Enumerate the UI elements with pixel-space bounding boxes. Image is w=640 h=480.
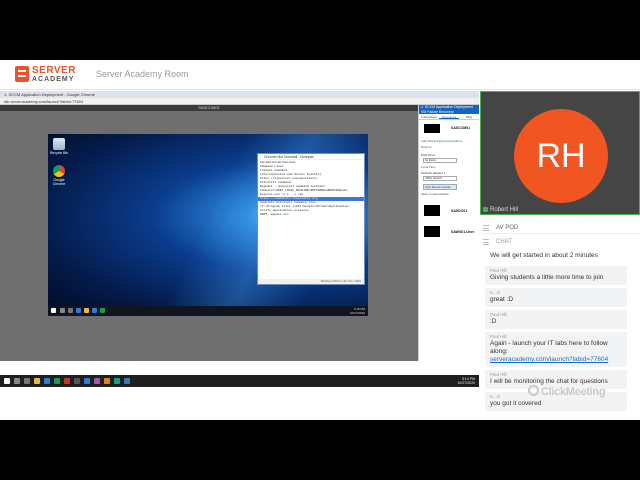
task-view-icon[interactable] xyxy=(68,308,73,313)
chat-text: We will get started in about 2 minutes xyxy=(490,252,598,259)
chat-message: Paul Hill Giving students a little more t… xyxy=(485,266,627,285)
top-bar: SERVER ACADEMY Server Academy Room xyxy=(0,60,640,90)
chat-text: great :D xyxy=(490,296,514,303)
room-title: Server Academy Room xyxy=(96,69,189,79)
vm-thumbnail-saws01[interactable] xyxy=(424,226,440,237)
drag-handle-icon[interactable] xyxy=(483,239,489,245)
refresh-link[interactable]: Refresh xyxy=(421,145,432,149)
host-task-view-icon[interactable] xyxy=(24,378,30,384)
watermark-text: ClickMeeting xyxy=(541,386,606,398)
host-clock: 3:14 PM 10/27/2020 xyxy=(457,377,475,385)
host-app-icon[interactable] xyxy=(104,378,110,384)
vm-name-sasccm01: SASCCM01 xyxy=(451,126,471,130)
shared-screen: 1. SCCM Application Deployment - Google … xyxy=(0,91,479,387)
desktop-icon-label: Google Chrome xyxy=(52,178,66,186)
presenter-name: Robert Hill xyxy=(490,207,519,213)
vm-thumbnail-sasccm01[interactable] xyxy=(424,124,440,133)
local-files-link[interactable]: Local Files xyxy=(421,165,435,169)
host-app-icon[interactable] xyxy=(74,378,80,384)
chat-text: Again - launch your IT labs here to foll… xyxy=(490,340,608,355)
admin-label: Administrator@serveracademy xyxy=(421,139,463,143)
vm-taskbar: 3:15 PM 10/27/2020 xyxy=(48,306,368,316)
host-taskbar: 3:14 PM 10/27/2020 xyxy=(0,375,479,387)
vm-clock-date: 10/27/2020 xyxy=(349,311,365,315)
lab-panel-header: 1. SCCM Application Deployment VM Failur… xyxy=(419,105,479,114)
av-pod-header[interactable]: AV POD xyxy=(480,222,640,234)
tab-resources[interactable]: Resources xyxy=(439,114,459,119)
network-select[interactable]: Offline Network xyxy=(423,176,457,181)
host-app-icon[interactable] xyxy=(124,378,130,384)
tab-instructions[interactable]: Instructions xyxy=(419,114,439,119)
vm-name-saws01: SAWS01-User xyxy=(451,230,475,234)
browser-address-bar: lab.serveracademy.com/launch?labid=77604 xyxy=(0,98,479,105)
file-explorer-icon[interactable] xyxy=(84,308,89,313)
vm-viewport: Recycle Bin Google Chrome Chrome Msi Uni… xyxy=(0,111,418,361)
chrome-icon xyxy=(53,165,65,177)
vm-clock: 3:15 PM 10/27/2020 xyxy=(350,307,365,315)
meeting-room-frame: SERVER ACADEMY Server Academy Room 1. SC… xyxy=(0,60,640,420)
host-file-explorer-icon[interactable] xyxy=(34,378,40,384)
start-icon[interactable] xyxy=(51,308,56,313)
notepad-body[interactable]: Command Lines Install Command (Prerequisit… xyxy=(258,165,364,217)
chat-message: K...G great :D xyxy=(485,288,627,307)
lab-panel-tabs: Instructions Resources FAQ xyxy=(419,114,479,120)
notepad-window[interactable]: Chrome Msi Uninstall - Notepad File Edit… xyxy=(257,153,365,285)
remote-desktop-area: SASCCM01 Recycle Bin Google Chrome Chrom… xyxy=(0,105,418,361)
recycle-bin-icon xyxy=(53,138,65,150)
presenter-webcam: RH Robert Hill xyxy=(480,91,640,215)
host-app-icon[interactable] xyxy=(84,378,90,384)
lab-panel-title: 1. SCCM Application Deployment xyxy=(421,105,473,109)
vm-name-sasdc01: SASDC01 xyxy=(451,209,468,213)
presenter-name-tag: Robert Hill xyxy=(483,206,519,213)
dvd-label: DVD Drive xyxy=(421,153,436,157)
chrome-taskbar-icon[interactable] xyxy=(100,308,105,313)
avatar: RH xyxy=(514,109,608,203)
new-window-option[interactable]: Open in new window xyxy=(421,192,449,196)
host-clock-date: 10/27/2020 xyxy=(457,381,475,385)
brand-name: SERVER xyxy=(32,65,76,76)
network-label: Network adapter 1 xyxy=(421,171,446,175)
chat-message: Paul Hill:D xyxy=(485,310,627,329)
chat-text: :D xyxy=(490,318,497,325)
av-pod-label: AV POD xyxy=(496,225,519,231)
host-app-icon[interactable] xyxy=(114,378,120,384)
edge-icon[interactable] xyxy=(76,308,81,313)
chat-text: you got it covered xyxy=(490,400,542,407)
host-chrome-icon[interactable] xyxy=(54,378,60,384)
host-app-icon[interactable] xyxy=(94,378,100,384)
chat-message: Paul Hill Again - launch your IT labs her… xyxy=(485,332,627,367)
lab-side-panel: 1. SCCM Application Deployment VM Failur… xyxy=(418,105,479,361)
chat-link[interactable]: serveracademy.com/launch?labid=77604 xyxy=(490,356,623,364)
server-academy-logo-icon xyxy=(15,66,29,82)
chat-header[interactable]: CHAT xyxy=(480,236,640,248)
open-console-button[interactable]: Open Remote Console xyxy=(423,184,457,190)
drag-handle-icon[interactable] xyxy=(483,225,489,231)
vm-thumbnail-sasdc01[interactable] xyxy=(424,205,440,216)
clickmeeting-logo-icon xyxy=(528,385,539,396)
host-app-icon[interactable] xyxy=(64,378,70,384)
tab-faq[interactable]: FAQ xyxy=(459,114,479,119)
vm-desktop: Recycle Bin Google Chrome Chrome Msi Uni… xyxy=(48,134,368,316)
desktop-icon-label: Recycle Bin xyxy=(49,151,69,155)
brand-subname: ACADEMY xyxy=(32,76,75,83)
chat-label: CHAT xyxy=(496,239,512,245)
clickmeeting-watermark: ClickMeeting xyxy=(528,385,606,398)
dvd-select[interactable]: No Media xyxy=(423,158,457,163)
host-search-icon[interactable] xyxy=(14,378,20,384)
host-mail-icon[interactable] xyxy=(44,378,50,384)
server-manager-icon[interactable] xyxy=(92,308,97,313)
search-icon[interactable] xyxy=(60,308,65,313)
notepad-line[interactable]: ROOT, appwiz.cpl xyxy=(258,213,364,217)
chat-text: Giving students a little more time to jo… xyxy=(490,274,604,281)
browser-title-bar: 1. SCCM Application Deployment - Google … xyxy=(0,91,479,98)
mic-icon xyxy=(483,206,488,212)
chat-message: We will get started in about 2 minutes xyxy=(485,250,627,263)
notepad-status-bar: Windows (CRLF) Ln 20, Col 1 100% xyxy=(258,279,364,284)
host-start-icon[interactable] xyxy=(4,378,10,384)
